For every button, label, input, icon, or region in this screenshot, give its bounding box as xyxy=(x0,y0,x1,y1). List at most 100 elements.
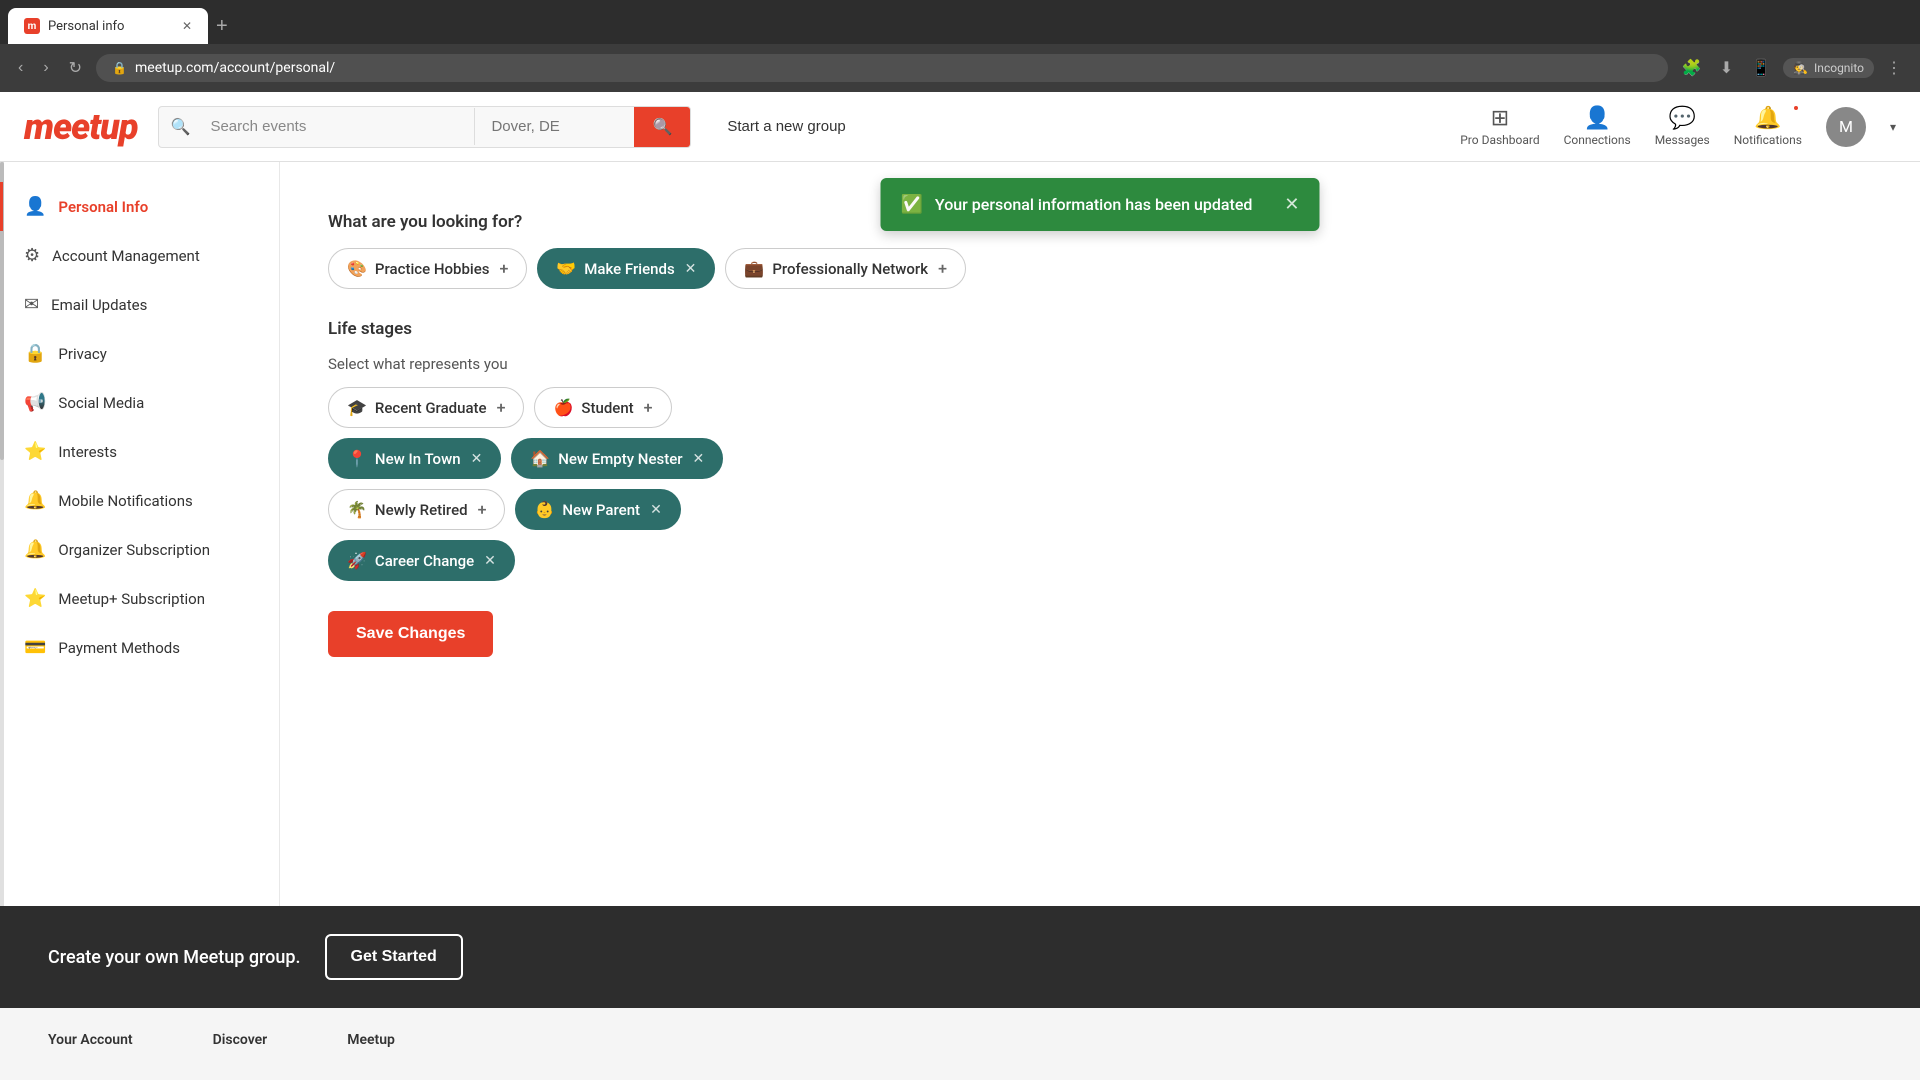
sidebar-item-payment-methods[interactable]: 💳 Payment Methods xyxy=(0,623,279,672)
sidebar-item-interests[interactable]: ⭐ Interests xyxy=(0,427,279,476)
sidebar: 👤 Personal Info ⚙ Account Management ✉ E… xyxy=(0,162,280,906)
professionally-network-label: Professionally Network xyxy=(772,260,928,278)
footer-col-1-title: Your Account xyxy=(48,1032,133,1048)
looking-for-tags: 🎨 Practice Hobbies + 🤝 Make Friends ✕ 💼 … xyxy=(328,248,1872,289)
lock-icon: 🔒 xyxy=(112,61,127,75)
practice-hobbies-add-icon: + xyxy=(499,259,508,278)
tab-bar: m Personal info ✕ + xyxy=(0,0,1920,44)
footer-links: Your Account Discover Meetup xyxy=(0,1008,1920,1080)
sidebar-item-label-payment-methods: Payment Methods xyxy=(58,639,180,657)
interests-icon: ⭐ xyxy=(24,441,46,462)
tab-close-button[interactable]: ✕ xyxy=(182,19,192,33)
tag-new-empty-nester[interactable]: 🏠 New Empty Nester ✕ xyxy=(511,438,723,479)
nav-bar: ‹ › ↻ 🔒 meetup.com/account/personal/ 🧩 ⬇… xyxy=(0,44,1920,92)
tag-student[interactable]: 🍎 Student + xyxy=(534,387,671,428)
sidebar-item-label-account-management: Account Management xyxy=(52,247,200,265)
address-bar[interactable]: 🔒 meetup.com/account/personal/ xyxy=(96,54,1668,82)
back-button[interactable]: ‹ xyxy=(12,55,29,81)
footer-col-1: Your Account xyxy=(48,1032,133,1056)
sidebar-item-label-email-updates: Email Updates xyxy=(51,296,147,314)
student-add-icon: + xyxy=(644,398,653,417)
footer-col-2-title: Discover xyxy=(213,1032,268,1048)
connections-icon: 👤 xyxy=(1583,106,1610,131)
organizer-subscription-icon: 🔔 xyxy=(24,539,46,560)
notification-dot xyxy=(1792,104,1800,112)
extensions-button[interactable]: 🧩 xyxy=(1676,54,1708,82)
forward-button[interactable]: › xyxy=(37,55,54,81)
search-button[interactable]: 🔍 xyxy=(634,107,690,147)
save-changes-button[interactable]: Save Changes xyxy=(328,611,493,657)
start-group-button[interactable]: Start a new group xyxy=(711,118,861,135)
pro-dashboard-nav[interactable]: ⊞ Pro Dashboard xyxy=(1460,106,1539,147)
search-input[interactable] xyxy=(194,108,474,145)
sidebar-item-privacy[interactable]: 🔒 Privacy xyxy=(0,329,279,378)
career-change-remove-icon[interactable]: ✕ xyxy=(484,553,496,569)
success-notification: ✅ Your personal information has been upd… xyxy=(881,178,1320,231)
new-in-town-label: New In Town xyxy=(375,450,461,468)
privacy-icon: 🔒 xyxy=(24,343,46,364)
life-stages-row-4: 🚀 Career Change ✕ xyxy=(328,540,1872,581)
sidebar-item-social-media[interactable]: 📢 Social Media xyxy=(0,378,279,427)
notifications-label: Notifications xyxy=(1734,133,1802,147)
tab-title: Personal info xyxy=(48,19,124,34)
email-updates-icon: ✉ xyxy=(24,294,39,315)
sidebar-item-label-meetup-plus: Meetup+ Subscription xyxy=(58,590,205,608)
personal-info-icon: 👤 xyxy=(24,196,46,217)
connections-label: Connections xyxy=(1564,133,1631,147)
chevron-down-icon[interactable]: ▾ xyxy=(1890,120,1896,134)
sidebar-item-email-updates[interactable]: ✉ Email Updates xyxy=(0,280,279,329)
notification-close-button[interactable]: ✕ xyxy=(1284,194,1299,215)
new-parent-remove-icon[interactable]: ✕ xyxy=(650,502,662,518)
refresh-button[interactable]: ↻ xyxy=(63,54,88,82)
new-empty-nester-label: New Empty Nester xyxy=(558,450,682,468)
meetup-logo[interactable]: meetup xyxy=(24,106,138,148)
sidebar-item-label-personal-info: Personal Info xyxy=(58,198,148,216)
sidebar-item-label-mobile-notifications: Mobile Notifications xyxy=(58,492,192,510)
sidebar-item-meetup-plus[interactable]: ⭐ Meetup+ Subscription xyxy=(0,574,279,623)
sidebar-item-organizer-subscription[interactable]: 🔔 Organizer Subscription xyxy=(0,525,279,574)
tag-new-in-town[interactable]: 📍 New In Town ✕ xyxy=(328,438,501,479)
pro-dashboard-icon: ⊞ xyxy=(1491,106,1509,131)
recent-graduate-emoji: 🎓 xyxy=(347,398,367,417)
newly-retired-label: Newly Retired xyxy=(375,501,468,519)
new-in-town-remove-icon[interactable]: ✕ xyxy=(471,451,483,467)
tag-recent-graduate[interactable]: 🎓 Recent Graduate + xyxy=(328,387,524,428)
life-stages-section: Life stages Select what represents you 🎓… xyxy=(328,319,1872,581)
payment-methods-icon: 💳 xyxy=(24,637,46,658)
sidebar-item-account-management[interactable]: ⚙ Account Management xyxy=(0,231,279,280)
tag-new-parent[interactable]: 👶 New Parent ✕ xyxy=(515,489,680,530)
recent-graduate-add-icon: + xyxy=(497,398,506,417)
active-tab[interactable]: m Personal info ✕ xyxy=(8,8,208,44)
tag-practice-hobbies[interactable]: 🎨 Practice Hobbies + xyxy=(328,248,527,289)
pro-dashboard-label: Pro Dashboard xyxy=(1460,133,1539,147)
tab-favicon: m xyxy=(24,18,40,34)
notifications-nav[interactable]: 🔔 Notifications xyxy=(1734,106,1802,147)
sidebar-item-mobile-notifications[interactable]: 🔔 Mobile Notifications xyxy=(0,476,279,525)
new-tab-button[interactable]: + xyxy=(208,8,236,44)
avatar[interactable]: M xyxy=(1826,107,1866,147)
messages-nav[interactable]: 💬 Messages xyxy=(1655,106,1710,147)
footer-col-3: Meetup xyxy=(347,1032,395,1056)
sidebar-item-label-social-media: Social Media xyxy=(58,394,144,412)
location-input[interactable] xyxy=(474,108,634,145)
recent-graduate-label: Recent Graduate xyxy=(375,399,487,417)
tag-career-change[interactable]: 🚀 Career Change ✕ xyxy=(328,540,515,581)
connections-nav[interactable]: 👤 Connections xyxy=(1564,106,1631,147)
tag-make-friends[interactable]: 🤝 Make Friends ✕ xyxy=(537,248,715,289)
tag-newly-retired[interactable]: 🌴 Newly Retired + xyxy=(328,489,505,530)
meetup-plus-icon: ⭐ xyxy=(24,588,46,609)
get-started-button[interactable]: Get Started xyxy=(325,934,463,980)
tag-professionally-network[interactable]: 💼 Professionally Network + xyxy=(725,248,966,289)
new-empty-nester-remove-icon[interactable]: ✕ xyxy=(693,451,705,467)
download-button[interactable]: ⬇ xyxy=(1714,54,1739,82)
new-in-town-emoji: 📍 xyxy=(347,449,367,468)
screen-cast-button[interactable]: 📱 xyxy=(1745,54,1777,82)
newly-retired-emoji: 🌴 xyxy=(347,500,367,519)
more-options-button[interactable]: ⋮ xyxy=(1880,54,1908,82)
sidebar-item-personal-info[interactable]: 👤 Personal Info xyxy=(0,182,279,231)
notification-message: Your personal information has been updat… xyxy=(935,195,1252,214)
social-media-icon: 📢 xyxy=(24,392,46,413)
professionally-network-emoji: 💼 xyxy=(744,259,764,278)
make-friends-remove-icon[interactable]: ✕ xyxy=(685,261,697,277)
sidebar-item-label-privacy: Privacy xyxy=(58,345,106,363)
